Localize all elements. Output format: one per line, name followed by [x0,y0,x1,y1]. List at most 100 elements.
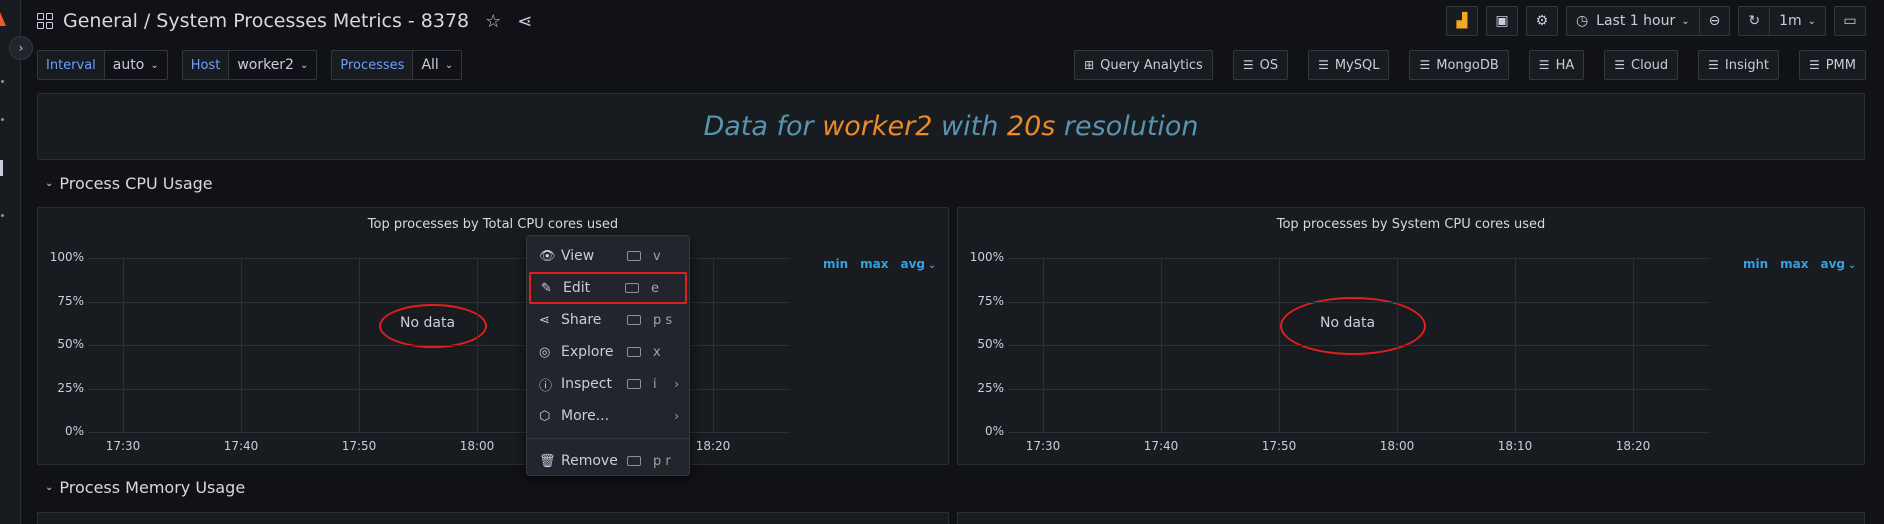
panel-context-menu: 👁 View v ✎ Edit e ⋖ Share p s ◎ Explore … [526,235,690,476]
legend-max[interactable]: max [860,257,888,271]
link-ha[interactable]: ☰ HA [1528,50,1585,80]
menu-item-inspect[interactable]: ⓘ Inspect i › [527,368,689,400]
link-mongodb[interactable]: ☰ MongoDB [1409,50,1509,80]
menu-item-remove[interactable]: 🗑 Remove p r [527,445,689,477]
page-title[interactable]: System Processes Metrics - 8378 [156,10,469,32]
keyboard-icon [627,456,641,466]
add-panel-icon: ▟ [1456,13,1468,29]
panel-total-cpu[interactable]: Top processes by Total CPU cores used mi… [37,207,949,465]
link-os[interactable]: ☰ OS [1232,50,1289,80]
menu-item-edit[interactable]: ✎ Edit e [529,272,687,304]
time-picker: ◷ Last 1 hour ⌄ ⊖ [1565,6,1731,36]
row-process-memory-usage[interactable]: ⌄ Process Memory Usage [45,478,245,497]
y-axis-tick: 50% [977,337,1004,351]
menu-icon: ☰ [1708,58,1719,72]
panel-title[interactable]: Top processes by Total CPU cores used [38,217,948,232]
menu-icon: ☰ [1614,58,1625,72]
menu-item-explore[interactable]: ◎ Explore x [527,336,689,368]
refresh-button[interactable]: ↻ [1739,7,1769,35]
menu-item-share[interactable]: ⋖ Share p s [527,304,689,336]
refresh-interval-select[interactable]: 1m ⌄ [1769,7,1825,35]
settings-button[interactable]: ⚙ [1525,6,1558,36]
y-axis-tick: 0% [64,424,84,438]
link-mysql[interactable]: ☰ MySQL [1308,50,1390,80]
variable-label-processes: Processes [331,50,414,80]
keyboard-icon [627,315,641,325]
trash-icon: 🗑 [539,453,556,469]
tv-mode-button[interactable]: ▭ [1834,6,1866,36]
add-panel-button[interactable]: ▟ [1445,6,1478,36]
expand-menu-button[interactable]: › [9,36,33,60]
nav-dot-icon[interactable] [1,118,4,121]
edit-icon: ✎ [541,280,552,296]
panel-title[interactable]: Top processes by System CPU cores used [958,217,1864,232]
grafana-logo-icon[interactable] [0,12,6,26]
panel-memory-right[interactable] [957,512,1865,524]
save-dashboard-button[interactable]: ▣ [1485,6,1518,36]
grid-line-horizontal [1008,301,1710,303]
y-axis-tick: 75% [57,293,84,308]
panel-memory-left[interactable] [37,512,949,524]
menu-item-view[interactable]: 👁 View v [527,240,689,272]
breadcrumb-separator: / [143,10,151,32]
link-cloud[interactable]: ☰ Cloud [1604,50,1679,80]
compass-icon: ◎ [539,344,551,360]
x-axis-tick: 17:40 [1143,439,1179,453]
chevron-down-icon: ⌄ [928,260,937,271]
grid-line-vertical [1633,258,1634,432]
star-icon[interactable]: ☆ [485,11,501,32]
variable-select-processes[interactable]: All ⌄ [413,50,463,80]
link-insight[interactable]: ☰ Insight [1698,50,1779,80]
zoom-out-button[interactable]: ⊖ [1698,7,1730,35]
shortcut-key: x [653,344,661,360]
chevron-down-icon: ⌄ [1807,15,1816,27]
link-query-analytics[interactable]: ⊞ Query Analytics [1074,50,1213,80]
legend-avg[interactable]: avg ⌄ [901,257,937,271]
legend-avg[interactable]: avg ⌄ [1821,257,1857,271]
variable-label-host: Host [181,50,230,80]
variable-label-interval: Interval [37,50,105,80]
grid-line-vertical [241,258,242,432]
legend-max[interactable]: max [1780,257,1808,271]
shortcut-key: e [651,280,659,296]
link-pmm[interactable]: ☰ PMM [1798,50,1866,80]
dashboard-toolbar: ▟ ▣ ⚙ ◷ Last 1 hour ⌄ ⊖ ↻ 1m ⌄ ▭ [1445,6,1866,36]
chevron-down-icon: ⌄ [150,59,159,71]
time-range-button[interactable]: ◷ Last 1 hour ⌄ [1567,7,1699,35]
panel-legend: min max avg ⌄ [823,257,936,271]
breadcrumb-section[interactable]: General [63,10,138,32]
share-icon[interactable]: ⋖ [517,11,532,32]
y-axis-tick: 75% [977,293,1004,308]
menu-icon: ☰ [1318,58,1329,72]
x-axis-tick: 18:20 [695,439,731,453]
x-axis-tick: 18:20 [1615,439,1651,453]
nav-dot-icon[interactable] [1,214,4,217]
variable-select-interval[interactable]: auto ⌄ [104,50,168,80]
nav-dot-icon[interactable] [1,80,4,83]
side-menu [0,0,21,524]
row-process-cpu-usage[interactable]: ⌄ Process CPU Usage [45,174,213,193]
variable-select-host[interactable]: worker2 ⌄ [229,50,318,80]
legend-min[interactable]: min [1743,257,1768,271]
banner-resolution: 20s [1006,111,1056,142]
keyboard-icon [627,379,641,389]
shortcut-key: p s [653,312,673,328]
grid-line-vertical [1515,258,1516,432]
menu-icon: ☰ [1419,58,1431,72]
dashboards-grid-icon [37,13,53,29]
grid-line-vertical [359,258,360,432]
grid-line-horizontal [1008,388,1710,390]
y-axis-tick: 100% [49,250,84,264]
menu-item-more[interactable]: ⬡ More... › [527,400,689,432]
grid-line-horizontal [1008,345,1710,346]
y-axis-tick: 100% [969,250,1004,264]
x-axis-tick: 18:00 [1379,439,1415,453]
template-variables: Interval auto ⌄ Host worker2 ⌄ Processes A… [37,50,476,80]
legend-min[interactable]: min [823,257,848,271]
x-axis-tick: 17:30 [1025,439,1061,453]
nav-active-indicator[interactable] [0,160,3,176]
panel-system-cpu[interactable]: Top processes by System CPU cores used m… [957,207,1865,465]
resolution-banner: Data for worker2 with 20s resolution [37,93,1865,160]
share-icon: ⋖ [539,312,550,328]
chevron-down-icon: ⌄ [45,178,54,189]
